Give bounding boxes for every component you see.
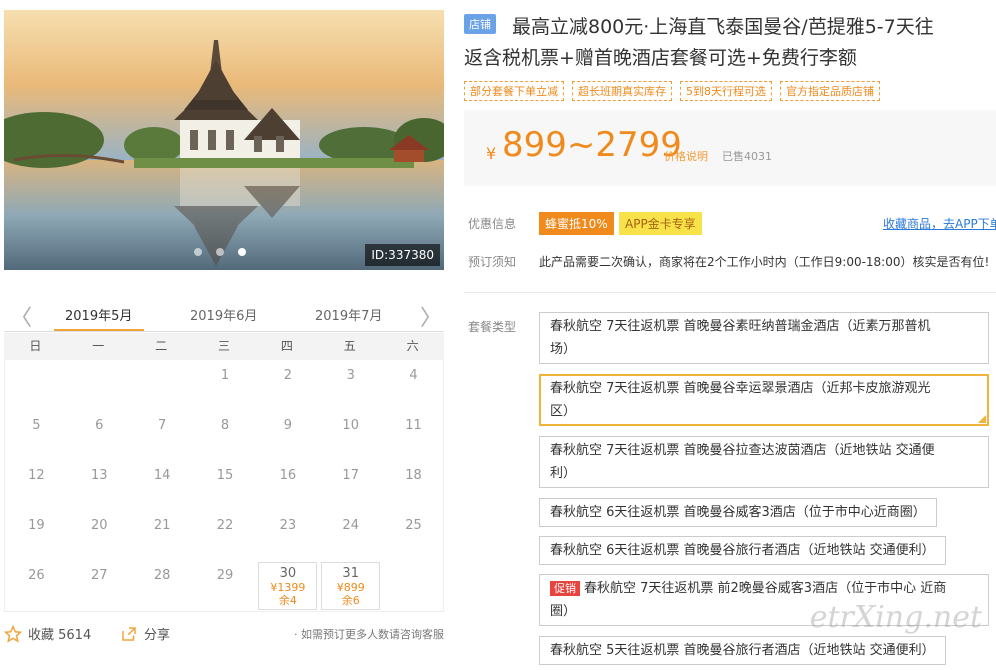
calendar-day-14: 14 <box>153 468 171 483</box>
calendar-day-30[interactable]: 30 ¥1399 余4 <box>258 562 318 610</box>
prev-month-icon[interactable]: 〈 <box>10 300 32 332</box>
feature-tag: 超长班期真实库存 <box>572 81 672 101</box>
calendar-day-5: 5 <box>32 418 41 433</box>
weekday: 二 <box>155 339 168 353</box>
carousel-dot[interactable] <box>194 248 202 256</box>
calendar-day-20: 20 <box>90 518 108 533</box>
day-number: 30 <box>279 566 297 581</box>
calendar-day-27: 27 <box>90 568 108 583</box>
calendar-day-11: 11 <box>405 418 422 433</box>
carousel-dot-active[interactable] <box>238 248 246 256</box>
calendar-day-8: 8 <box>220 418 230 433</box>
feature-tags: 部分套餐下单立减 超长班期真实库存 5到8天行程可选 官方指定品质店铺 <box>464 81 880 101</box>
product-hero-image[interactable]: ID:337380 <box>4 10 444 270</box>
currency-symbol: ¥ <box>486 144 497 163</box>
favorite-count: 收藏 5614 <box>28 628 92 643</box>
shop-badge: 店铺 <box>464 14 496 34</box>
temple-illustration <box>4 10 444 270</box>
calendar-day-28: 28 <box>153 568 171 583</box>
sold-count: 已售4031 <box>722 150 772 163</box>
calendar-day-23: 23 <box>279 518 297 533</box>
calendar-day-3: 3 <box>346 368 355 383</box>
weekday: 一 <box>92 339 105 353</box>
group-booking-tip: · 如需预订更多人数请咨询客服 <box>294 628 444 641</box>
package-option[interactable]: 春秋航空 6天往返机票 首晚曼谷旅行者酒店（近地铁站 交通便利） <box>539 536 946 565</box>
price-range: 899~2799 <box>502 125 682 165</box>
package-type-label: 套餐类型 <box>468 320 517 334</box>
carousel-dots <box>194 248 246 256</box>
star-icon <box>4 624 22 643</box>
calendar-day-9: 9 <box>283 418 292 433</box>
calendar-month-nav: 〈 2019年5月 2019年6月 2019年7月 〉 <box>4 296 444 332</box>
booking-notice-label: 预订须知 <box>468 255 517 269</box>
share-icon <box>122 626 136 641</box>
calendar-day-21: 21 <box>153 518 171 533</box>
calendar-grid: 1 2 3 4 5 6 7 8 9 10 11 12 13 14 15 16 17 18 19 20 21 22 23 24 2… <box>4 360 444 612</box>
share-label: 分享 <box>144 628 171 643</box>
calendar-day-10: 10 <box>342 418 359 433</box>
selected-check-corner <box>978 415 986 423</box>
calendar-day-19: 19 <box>28 518 45 533</box>
package-option[interactable]: 春秋航空 7天往返机票 首晚曼谷素旺纳普瑞金酒店（近素万那普机 场） <box>539 312 989 364</box>
package-option-selected[interactable]: 春秋航空 7天往返机票 首晚曼谷幸运翠景酒店（近邦卡皮旅游观光 区） <box>539 374 989 426</box>
calendar-day-2: 2 <box>283 368 292 383</box>
weekday: 四 <box>280 339 293 353</box>
month-tab-june[interactable]: 2019年6月 <box>190 305 257 324</box>
calendar-day-24: 24 <box>342 518 359 533</box>
honey-discount-badge[interactable]: 蜂蜜抵10% <box>539 212 614 235</box>
calendar-day-17: 17 <box>342 468 359 483</box>
favorite-go-app-link[interactable]: 收藏商品，去APP下单 <box>883 215 996 232</box>
day-price: ¥899 <box>336 581 365 594</box>
package-option[interactable]: 春秋航空 7天往返机票 首晚曼谷拉查达波茵酒店（近地铁站 交通便 利） <box>539 436 989 488</box>
watermark: etrXing.net <box>809 600 982 635</box>
calendar-day-12: 12 <box>28 468 45 483</box>
package-option[interactable]: 春秋航空 6天往返机票 首晚曼谷威客3酒店（位于市中心近商圈） <box>539 498 937 527</box>
calendar-day-1: 1 <box>220 368 230 383</box>
calendar-day-15: 15 <box>216 468 234 483</box>
calendar-day-31[interactable]: 31 ¥899 余6 <box>321 562 381 610</box>
feature-tag: 官方指定品质店铺 <box>780 81 880 101</box>
month-tab-may[interactable]: 2019年5月 <box>65 305 132 324</box>
weekday: 三 <box>218 339 231 353</box>
calendar-day-18: 18 <box>405 468 422 483</box>
share-button[interactable]: 分享 <box>120 624 170 643</box>
day-remaining: 余4 <box>278 594 297 607</box>
calendar-day-22: 22 <box>216 518 234 533</box>
sale-badge: 促销 <box>550 581 580 596</box>
carousel-dot[interactable] <box>216 248 224 256</box>
action-bar: 收藏 5614 分享 · 如需预订更多人数请咨询客服 <box>4 620 444 650</box>
favorite-button[interactable]: 收藏 5614 <box>4 624 91 643</box>
weekday: 六 <box>406 339 419 353</box>
feature-tag: 5到8天行程可选 <box>680 81 772 101</box>
price-explanation-link[interactable]: 价格说明 <box>664 148 708 164</box>
product-title-line2: 返含税机票+赠首晚酒店套餐可选+免费行李额 <box>464 47 857 69</box>
calendar-day-6: 6 <box>95 418 104 433</box>
package-option[interactable]: 春秋航空 5天往返机票 首晚曼谷旅行者酒店（近地铁站 交通便利） <box>539 636 946 665</box>
image-id-badge: ID:337380 <box>365 244 440 266</box>
feature-tag: 部分套餐下单立减 <box>464 81 564 101</box>
day-remaining: 余6 <box>341 594 360 607</box>
weekday: 日 <box>29 339 42 353</box>
calendar-day-26: 26 <box>28 568 45 583</box>
day-price: ¥1399 <box>270 581 306 594</box>
next-month-icon[interactable]: 〉 <box>420 300 442 332</box>
calendar-day-16: 16 <box>279 468 297 483</box>
calendar-weekday-header: 日 一 二 三 四 五 六 <box>4 333 444 360</box>
day-number: 31 <box>342 566 359 581</box>
calendar-day-7: 7 <box>157 418 167 433</box>
booking-notice-text: 此产品需要二次确认，商家将在2个工作小时内（工作日9:00-18:00）核实是否… <box>539 255 990 269</box>
divider <box>464 292 996 293</box>
month-tab-july[interactable]: 2019年7月 <box>315 305 382 324</box>
calendar-day-13: 13 <box>90 468 108 483</box>
price-box: ¥ 899~2799 价格说明 已售4031 <box>464 110 996 186</box>
divider <box>4 331 444 332</box>
product-title-line1: 最高立减800元·上海直飞泰国曼谷/芭提雅5-7天往 <box>512 16 934 38</box>
calendar-day-4: 4 <box>409 368 418 383</box>
app-gold-card-badge[interactable]: APP金卡专享 <box>619 212 702 235</box>
weekday: 五 <box>343 339 356 353</box>
calendar-day-25: 25 <box>405 518 422 533</box>
discount-label: 优惠信息 <box>468 217 517 231</box>
calendar-day-29: 29 <box>216 568 234 583</box>
